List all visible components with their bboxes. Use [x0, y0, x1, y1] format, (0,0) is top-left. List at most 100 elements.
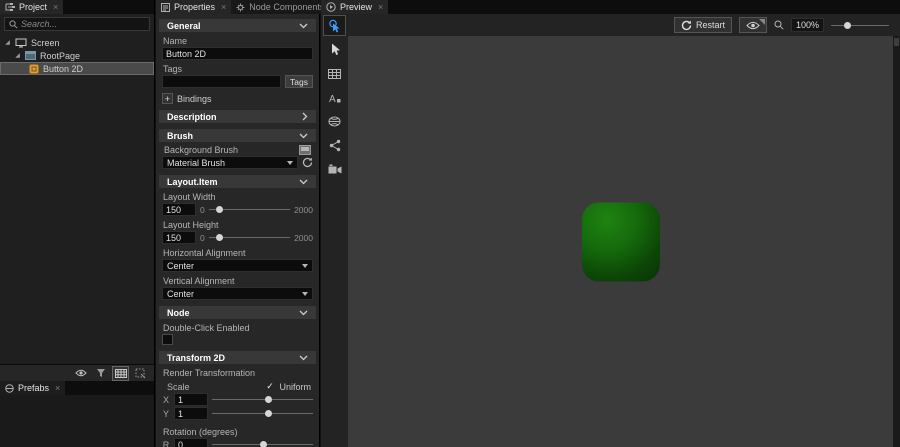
restart-button[interactable]: Restart: [674, 17, 732, 33]
expander-icon[interactable]: ◢: [4, 39, 11, 46]
double-click-enabled-checkbox[interactable]: [162, 334, 173, 345]
tags-field[interactable]: [162, 75, 281, 88]
expander-icon[interactable]: ◢: [14, 52, 21, 59]
rotation-slider[interactable]: [212, 440, 313, 447]
background-brush-dropdown[interactable]: Material Brush: [162, 156, 298, 169]
project-panel: Project × ◢ Screen ◢ RootPage: [0, 0, 155, 447]
rotation-r-label: R: [162, 440, 170, 447]
scale-y-slider[interactable]: [212, 409, 313, 418]
chevron-down-icon: [299, 179, 308, 185]
dropdown-caret-icon: [302, 264, 308, 268]
zoom-slider[interactable]: [831, 21, 889, 30]
visibility-button[interactable]: [739, 17, 767, 33]
tab-properties-label: Properties: [174, 2, 215, 12]
scrollbar-thumb[interactable]: [894, 38, 899, 46]
vertical-alignment-dropdown[interactable]: Center: [162, 287, 313, 300]
reset-brush-icon[interactable]: [302, 157, 313, 168]
background-brush-label: Background Brush: [164, 145, 238, 155]
dropdown-corner-icon: [759, 19, 765, 25]
scale-y-field[interactable]: [174, 407, 208, 420]
dropdown-caret-icon: [287, 161, 293, 165]
search-input[interactable]: [21, 19, 145, 29]
select-tool-icon[interactable]: [324, 40, 345, 59]
tags-button[interactable]: Tags: [285, 75, 313, 88]
prefabs-tabbar: Prefabs ×: [0, 381, 154, 395]
layout-height-max: 2000: [294, 233, 313, 243]
scale-x-field[interactable]: [174, 393, 208, 406]
node-components-icon: [236, 3, 245, 12]
section-layout-item[interactable]: Layout.Item: [159, 175, 316, 188]
name-field[interactable]: [162, 47, 313, 60]
uniform-label: Uniform: [279, 382, 311, 392]
tree-row-rootpage[interactable]: ◢ RootPage: [0, 49, 154, 62]
search-box[interactable]: [4, 17, 150, 31]
layout-width-field[interactable]: [162, 203, 196, 216]
add-binding-button[interactable]: +: [162, 93, 173, 104]
section-description[interactable]: Description: [159, 110, 316, 123]
eye-icon: [746, 21, 760, 30]
background-brush-value: Material Brush: [167, 158, 225, 168]
horizontal-alignment-dropdown[interactable]: Center: [162, 259, 313, 272]
project-tabbar: Project ×: [0, 0, 154, 14]
chevron-down-icon: [299, 23, 308, 29]
tree-row-button2d[interactable]: Button 2D: [0, 62, 154, 75]
text-analyze-tool-icon[interactable]: A: [324, 88, 345, 107]
preview-toolstrip: A: [321, 14, 348, 447]
tab-preview-label: Preview: [340, 2, 372, 12]
button-2d-node[interactable]: [582, 202, 660, 281]
scale-y-label: Y: [162, 409, 170, 419]
zoom-magnifier-icon: [774, 20, 784, 30]
render-transformation-label: Render Transformation: [156, 365, 319, 379]
rotation-label: Rotation (degrees): [156, 421, 319, 438]
brush-editor-icon[interactable]: [299, 145, 311, 155]
close-icon[interactable]: ×: [221, 3, 226, 12]
search-row: [0, 14, 154, 34]
layout-height-slider[interactable]: [209, 233, 290, 242]
properties-icon: [161, 3, 170, 12]
tab-preview[interactable]: Preview ×: [321, 0, 388, 14]
properties-panel: Properties × Node Components × General N…: [156, 0, 320, 447]
grid-view-icon[interactable]: [113, 367, 128, 380]
tree-row-screen[interactable]: ◢ Screen: [0, 36, 154, 49]
section-description-title: Description: [167, 112, 217, 122]
node-graph-tool-icon[interactable]: [324, 136, 345, 155]
tab-prefabs[interactable]: Prefabs ×: [0, 381, 65, 395]
layout-width-slider[interactable]: [209, 205, 290, 214]
close-icon[interactable]: ×: [53, 3, 58, 12]
close-icon[interactable]: ×: [378, 3, 383, 12]
restart-icon: [681, 20, 692, 31]
section-general[interactable]: General: [159, 19, 316, 32]
tab-project-label: Project: [19, 2, 47, 12]
expand-dots-icon[interactable]: [133, 367, 148, 380]
page-icon: [25, 51, 36, 60]
properties-content: General Name Tags Tags + Bindings Descri…: [156, 14, 319, 447]
rotation-r-field[interactable]: [174, 438, 208, 447]
preview-canvas[interactable]: [348, 36, 893, 447]
scale-x-label: X: [162, 395, 170, 405]
tab-properties[interactable]: Properties ×: [156, 0, 231, 14]
tree-label-rootpage: RootPage: [40, 51, 80, 61]
interact-tool-icon[interactable]: [324, 16, 345, 35]
visibility-eye-icon[interactable]: [73, 367, 88, 380]
button2d-icon: [29, 64, 39, 74]
uniform-checkbox[interactable]: ✓: [264, 381, 275, 392]
scale-x-slider[interactable]: [212, 395, 313, 404]
section-general-title: General: [167, 21, 201, 31]
layout-height-field[interactable]: [162, 231, 196, 244]
prefab-icon: [5, 384, 14, 393]
bindings-label: Bindings: [177, 94, 212, 104]
scale-label: Scale: [164, 382, 190, 392]
section-transform-2d[interactable]: Transform 2D: [159, 351, 316, 364]
filter-icon[interactable]: [93, 367, 108, 380]
zoom-level-value[interactable]: 100%: [791, 18, 824, 32]
grid-tool-icon[interactable]: [324, 64, 345, 83]
wireframe-tool-icon[interactable]: [324, 112, 345, 131]
tab-project[interactable]: Project ×: [0, 0, 63, 14]
layout-width-min: 0: [200, 205, 205, 215]
preview-vertical-scrollbar[interactable]: [893, 36, 900, 447]
section-brush[interactable]: Brush: [159, 129, 316, 142]
section-node[interactable]: Node: [159, 306, 316, 319]
camera-tool-icon[interactable]: [324, 160, 345, 179]
close-icon[interactable]: ×: [55, 384, 60, 393]
preview-topbar: Restart 100%: [348, 14, 893, 36]
